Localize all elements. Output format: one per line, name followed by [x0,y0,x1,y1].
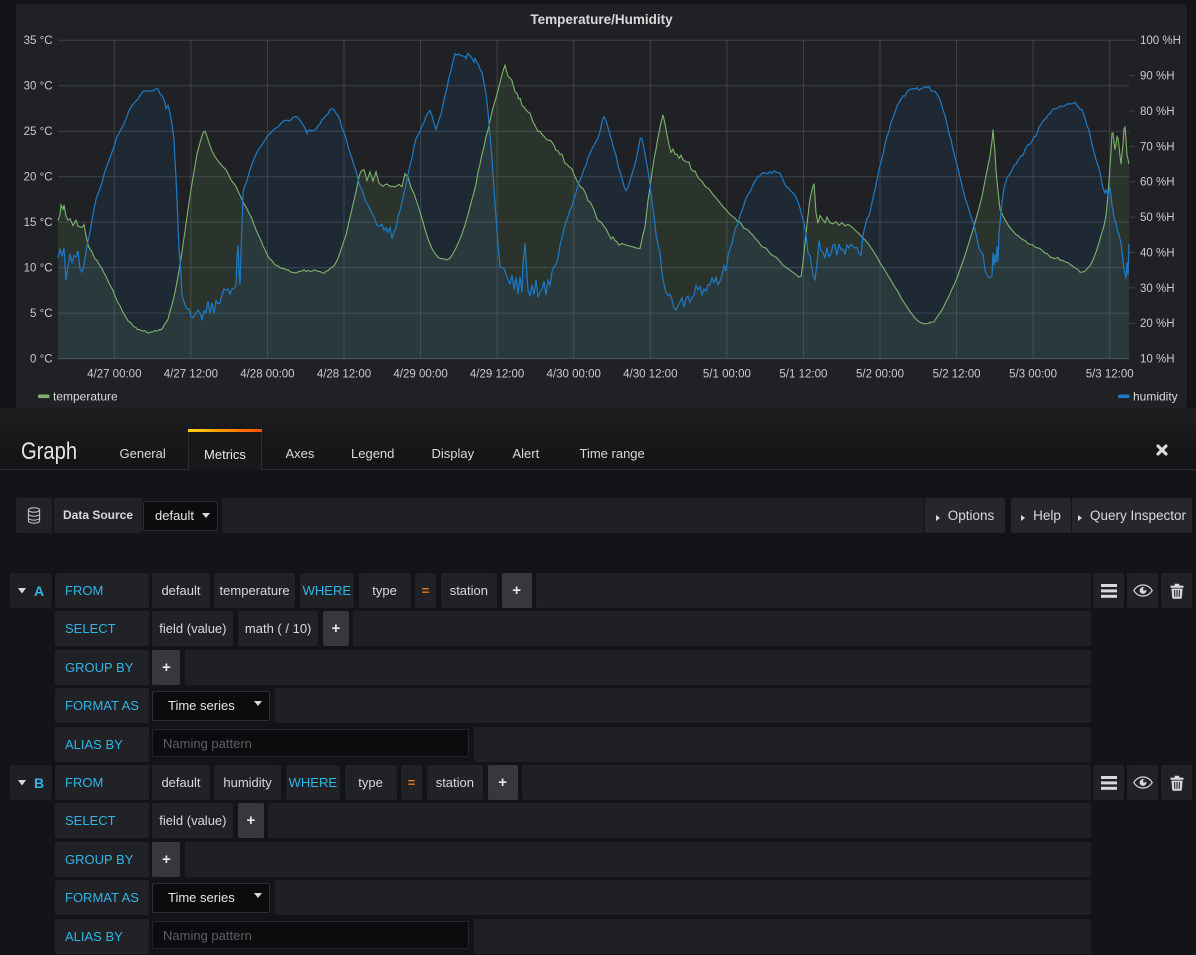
svg-text:humidity: humidity [1133,390,1178,404]
svg-text:5/1 00:00: 5/1 00:00 [703,369,751,381]
svg-text:4/29 12:00: 4/29 12:00 [470,369,524,381]
svg-text:4/27 00:00: 4/27 00:00 [87,369,141,381]
svg-text:5/2 00:00: 5/2 00:00 [856,369,904,381]
svg-text:90 %H: 90 %H [1140,71,1175,83]
svg-text:20 %H: 20 %H [1140,318,1175,330]
svg-text:100 %H: 100 %H [1140,35,1181,47]
svg-text:10 °C: 10 °C [24,263,53,275]
svg-text:30 %H: 30 %H [1140,283,1175,295]
svg-text:5/2 12:00: 5/2 12:00 [933,369,981,381]
svg-text:50 %H: 50 %H [1140,212,1175,224]
svg-text:Temperature/Humidity: Temperature/Humidity [530,12,673,27]
svg-text:5/3 12:00: 5/3 12:00 [1086,369,1134,381]
svg-text:5/1 12:00: 5/1 12:00 [779,369,827,381]
svg-text:4/28 00:00: 4/28 00:00 [240,369,294,381]
svg-text:4/29 00:00: 4/29 00:00 [393,369,447,381]
svg-text:5 °C: 5 °C [30,308,53,320]
svg-text:40 %H: 40 %H [1140,248,1175,260]
svg-text:0 °C: 0 °C [30,354,53,366]
svg-text:4/30 12:00: 4/30 12:00 [623,369,677,381]
svg-text:5/3 00:00: 5/3 00:00 [1009,369,1057,381]
svg-text:4/30 00:00: 4/30 00:00 [547,369,601,381]
svg-text:4/27 12:00: 4/27 12:00 [164,369,218,381]
svg-text:10 %H: 10 %H [1140,354,1175,366]
svg-text:4/28 12:00: 4/28 12:00 [317,369,371,381]
svg-text:80 %H: 80 %H [1140,106,1175,118]
svg-text:60 %H: 60 %H [1140,177,1175,189]
svg-text:30 °C: 30 °C [24,81,53,93]
svg-text:70 %H: 70 %H [1140,141,1175,153]
svg-text:35 °C: 35 °C [24,35,53,47]
svg-text:15 °C: 15 °C [24,217,53,229]
svg-text:temperature: temperature [53,390,118,404]
svg-text:20 °C: 20 °C [24,172,53,184]
svg-text:25 °C: 25 °C [24,126,53,138]
